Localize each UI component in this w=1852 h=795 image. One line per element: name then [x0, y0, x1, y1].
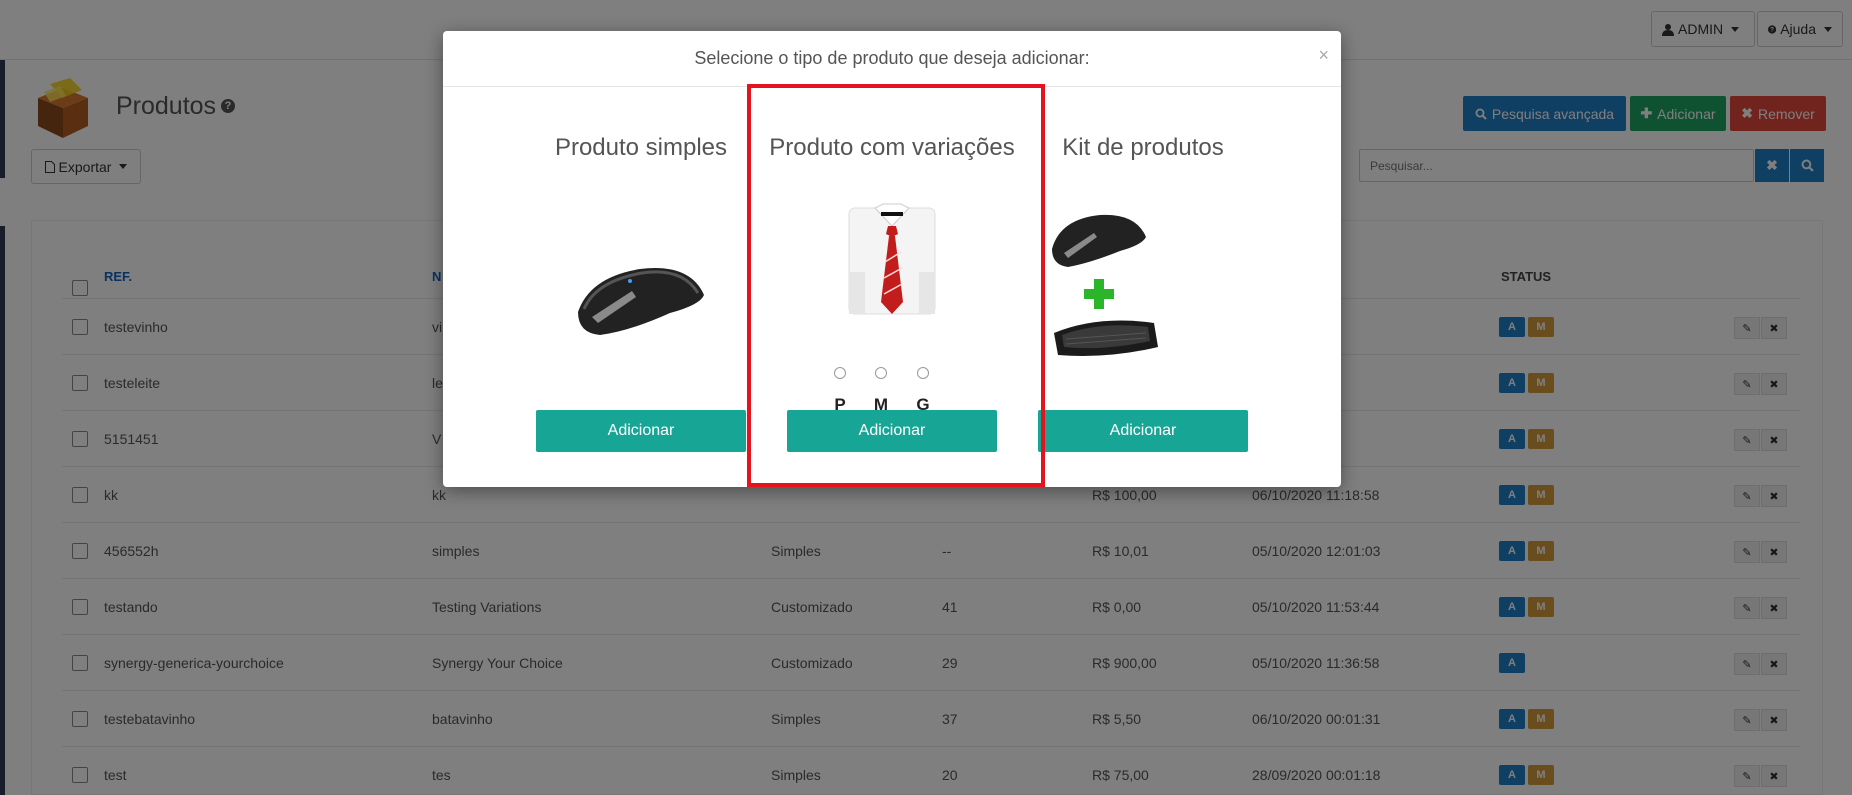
- close-icon[interactable]: ×: [1318, 45, 1329, 66]
- option-simple-product: Produto simples Adicionar: [504, 87, 778, 487]
- add-product-kit-button[interactable]: Adicionar: [1038, 410, 1248, 452]
- option-title: Produto simples: [554, 134, 728, 161]
- add-simple-product-button[interactable]: Adicionar: [536, 410, 746, 452]
- option-product-kit: Kit de produtos Adicionar: [1006, 87, 1280, 487]
- kit-image: [1052, 214, 1158, 356]
- modal-header: Selecione o tipo de produto que deseja a…: [443, 31, 1341, 87]
- option-title: Kit de produtos: [1062, 134, 1224, 161]
- selected-option-highlight: [747, 84, 1045, 487]
- modal-title: Selecione o tipo de produto que deseja a…: [694, 48, 1090, 68]
- mouse-image: [578, 268, 704, 335]
